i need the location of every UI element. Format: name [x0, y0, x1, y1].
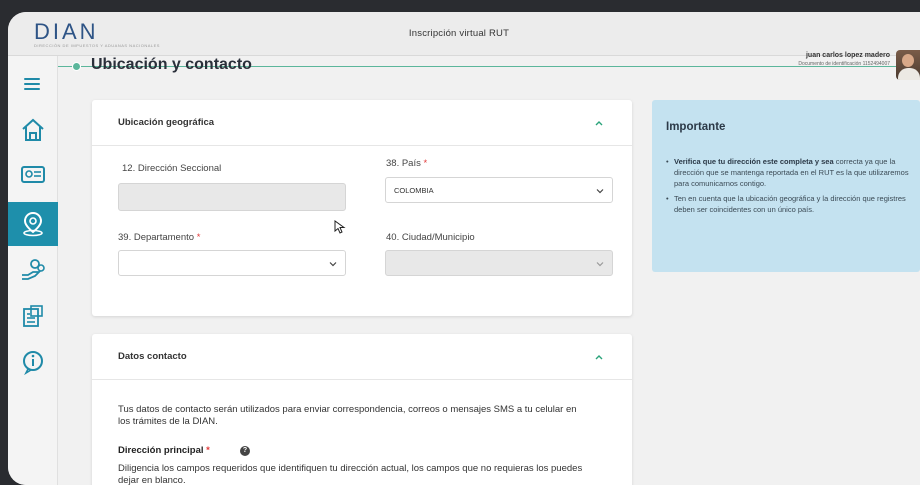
app-window: DIAN DIRECCIÓN DE IMPUESTOS Y ADUANAS NA…	[8, 12, 920, 485]
location-pin-icon	[23, 211, 43, 237]
pais-select[interactable]: COLOMBIA	[385, 177, 613, 203]
hand-coins-icon	[22, 259, 45, 280]
mouse-cursor-icon	[334, 220, 346, 234]
ciudad-label: 40. Ciudad/Municipio	[386, 232, 475, 243]
important-list: Verifica que tu dirección este completa …	[666, 156, 914, 219]
logo-subtitle: DIRECCIÓN DE IMPUESTOS Y ADUANAS NACIONA…	[34, 43, 160, 48]
departamento-label: 39. Departamento *	[118, 232, 201, 243]
chevron-up-icon[interactable]	[594, 352, 604, 362]
sidebar	[8, 56, 58, 485]
user-info: juan carlos lopez madero Documento de id…	[798, 52, 890, 67]
user-document: Documento de identificación 1152494007	[798, 61, 890, 67]
sidebar-item-home[interactable]	[8, 108, 58, 152]
seccional-label: 12. Dirección Seccional	[122, 163, 222, 174]
contact-header[interactable]: Datos contacto	[92, 334, 632, 380]
sidebar-item-identity[interactable]	[8, 152, 58, 196]
list-item: Verifica que tu dirección este completa …	[666, 156, 914, 189]
departamento-select[interactable]	[118, 250, 346, 276]
page-title: Ubicación y contacto	[91, 56, 252, 73]
sidebar-item-tax[interactable]	[8, 294, 58, 338]
title-marker-dot	[72, 62, 81, 71]
pais-value: COLOMBIA	[394, 186, 434, 195]
top-bar: DIAN DIRECCIÓN DE IMPUESTOS Y ADUANAS NA…	[8, 12, 920, 56]
geo-location-card: Ubicación geográfica 12. Dirección Secci…	[92, 100, 632, 316]
sidebar-item-location[interactable]	[8, 202, 58, 246]
app-title: Inscripción virtual RUT	[408, 28, 510, 39]
chevron-down-icon	[329, 262, 337, 267]
user-name: juan carlos lopez madero	[805, 52, 890, 59]
important-title: Importante	[666, 121, 726, 133]
hamburger-menu-icon[interactable]	[24, 78, 40, 90]
contact-title: Datos contacto	[118, 351, 187, 362]
contact-intro: Tus datos de contacto serán utilizados p…	[118, 404, 577, 427]
list-item: Ten en cuenta que la ubicación geográfic…	[666, 193, 914, 215]
home-icon	[22, 118, 44, 141]
geo-location-header[interactable]: Ubicación geográfica	[92, 100, 632, 146]
pais-label: 38. País *	[386, 158, 428, 169]
sidebar-item-economic[interactable]	[8, 248, 58, 292]
address-title: Dirección principal *	[118, 445, 210, 456]
chevron-down-icon	[596, 262, 604, 267]
avatar[interactable]	[896, 50, 920, 80]
ciudad-select[interactable]	[385, 250, 613, 276]
info-icon	[23, 351, 43, 375]
chevron-up-icon[interactable]	[594, 118, 604, 128]
id-card-icon	[21, 166, 45, 183]
help-icon[interactable]: ?	[240, 446, 250, 456]
address-description: Diligencia los campos requeridos que ide…	[118, 463, 583, 485]
building-money-icon	[23, 305, 43, 327]
sidebar-item-info[interactable]	[8, 340, 58, 384]
important-panel: Importante Verifica que tu dirección est…	[652, 100, 920, 272]
seccional-field	[118, 183, 346, 211]
geo-location-title: Ubicación geográfica	[118, 117, 215, 128]
chevron-down-icon	[596, 189, 604, 194]
